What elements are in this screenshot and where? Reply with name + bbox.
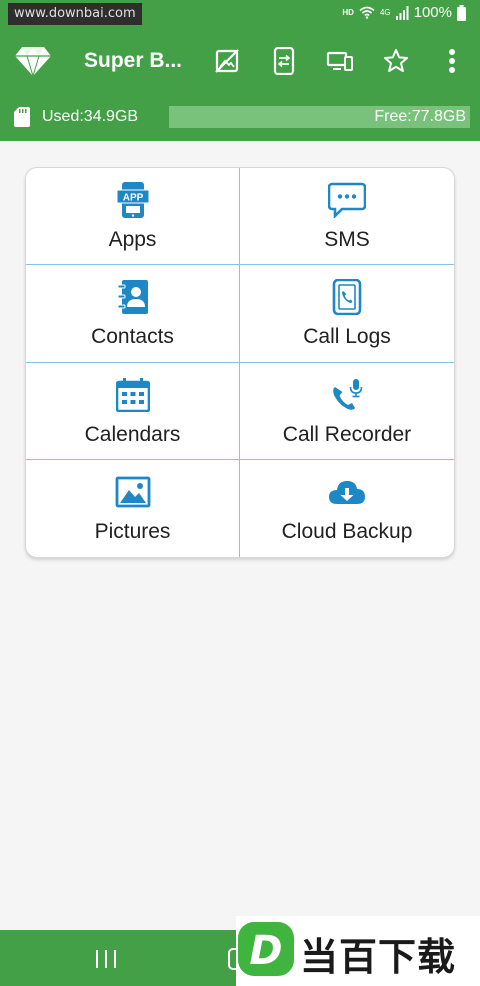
tile-call-recorder[interactable]: Call Recorder [240, 363, 454, 460]
download-site-logo: D [238, 922, 294, 976]
app-bar: Super B... [0, 28, 480, 95]
storage-usage-bar: Used:34.9GB Free:77.8GB [34, 106, 470, 128]
call-recorder-icon [327, 375, 367, 415]
app-title: Super B... [84, 49, 183, 72]
status-bar: www.downbai.com HD 4G 100% [0, 0, 480, 28]
sms-icon [327, 180, 367, 220]
network-type: 4G [379, 8, 391, 17]
sd-card-icon [14, 107, 30, 127]
tile-label-contacts: Contacts [91, 325, 174, 349]
site-watermark: www.downbai.com [8, 3, 142, 25]
tile-contacts[interactable]: Contacts [26, 265, 240, 363]
contacts-icon [113, 277, 153, 317]
corner-watermark: D 当百下载 [236, 916, 480, 986]
hd-indicator: HD [342, 8, 354, 17]
tile-label-call-recorder: Call Recorder [282, 422, 412, 446]
star-icon [384, 49, 408, 72]
tile-label-cloud-backup: Cloud Backup [281, 519, 413, 543]
phone-transfer-button[interactable] [269, 46, 299, 76]
phone-transfer-icon [273, 47, 295, 75]
diamond-icon [15, 47, 51, 77]
wifi-icon [359, 6, 375, 19]
devices-button[interactable] [325, 46, 355, 76]
status-indicators: HD 4G 100% [342, 4, 466, 21]
pictures-icon [113, 472, 153, 512]
tile-sms[interactable]: SMS [240, 168, 454, 266]
corner-logo-letter: D [249, 928, 282, 974]
tile-apps[interactable]: APP Apps [26, 168, 240, 266]
signal-icon [395, 5, 409, 20]
tile-call-logs[interactable]: Call Logs [240, 265, 454, 363]
feature-grid: APP Apps SMS Contacts Call Logs Calendar… [25, 167, 455, 558]
tile-label-call-logs: Call Logs [303, 325, 391, 349]
devices-icon [326, 51, 353, 71]
storage-used-label: Used:34.9GB [42, 108, 139, 125]
more-options-button[interactable] [437, 46, 467, 76]
tile-cloud-backup[interactable]: Cloud Backup [240, 460, 454, 557]
more-vert-icon [449, 49, 455, 73]
tile-label-sms: SMS [324, 228, 370, 251]
no-image-icon [215, 49, 239, 73]
battery-percent: 100% [413, 4, 452, 21]
tile-pictures[interactable]: Pictures [26, 459, 240, 557]
apps-badge-text: APP [122, 193, 143, 204]
storage-free-label: Free:77.8GB [374, 108, 466, 125]
favorite-button[interactable] [381, 46, 411, 76]
call-logs-icon [327, 277, 367, 317]
storage-bar: Used:34.9GB Free:77.8GB [0, 95, 480, 141]
cloud-backup-icon [327, 472, 367, 512]
tile-calendars[interactable]: Calendars [26, 362, 240, 460]
apps-icon: APP [113, 180, 153, 220]
tile-label-calendars: Calendars [84, 422, 181, 446]
corner-watermark-text: 当百下载 [300, 935, 457, 979]
no-image-button[interactable] [212, 46, 242, 76]
calendar-icon [113, 375, 153, 415]
tile-label-apps: Apps [108, 228, 157, 251]
battery-icon [457, 4, 466, 21]
tile-label-pictures: Pictures [94, 519, 171, 543]
recent-apps-icon[interactable] [96, 950, 116, 968]
